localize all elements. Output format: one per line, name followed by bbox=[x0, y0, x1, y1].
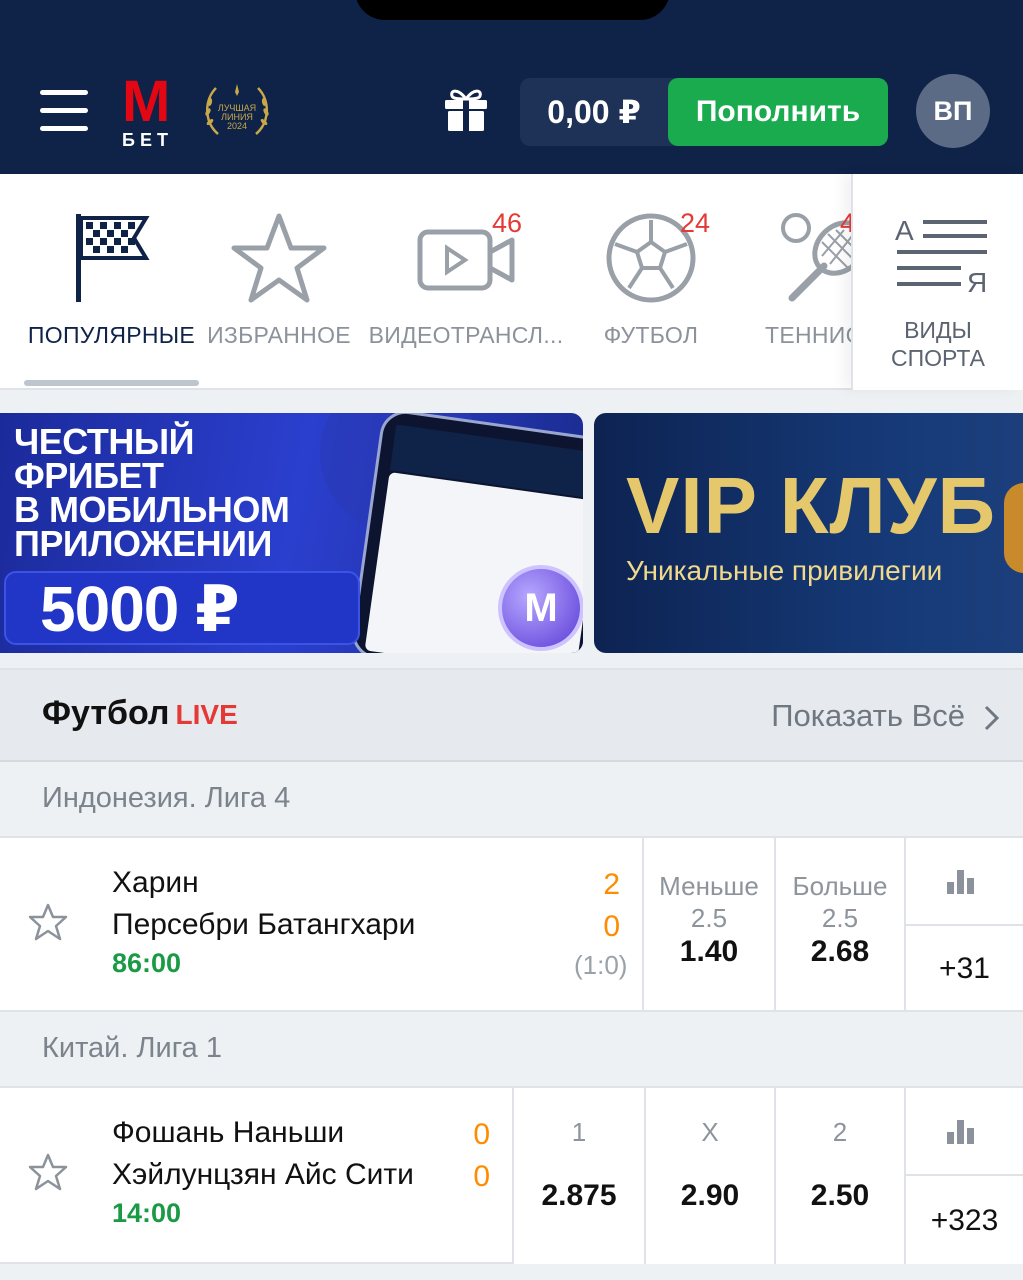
odds-value: 2.68 bbox=[810, 935, 870, 968]
more-markets-button[interactable]: +323 bbox=[906, 1174, 1023, 1264]
gem-icon bbox=[1004, 483, 1023, 573]
match-row[interactable]: Фошань Наньши Хэйлунцзян Айс Сити 14:00 … bbox=[0, 1088, 1023, 1264]
category-football[interactable]: 24 ФУТБОЛ bbox=[580, 174, 722, 390]
odds-title: 1 bbox=[571, 1117, 587, 1147]
award-text: ЛУЧШАЯ ЛИНИЯ 2024 bbox=[217, 103, 257, 131]
promo-title: ЧЕСТНЫЙ ФРИБЕТ В МОБИЛЬНОМ ПРИЛОЖЕНИИ bbox=[14, 421, 290, 564]
logo-letter: M bbox=[122, 69, 170, 134]
promo-banner-freebet[interactable]: ЧЕСТНЫЙ ФРИБЕТ В МОБИЛЬНОМ ПРИЛОЖЕНИИ 50… bbox=[0, 413, 583, 653]
show-all-link[interactable]: Показать Всё bbox=[771, 698, 965, 734]
chevron-right-icon[interactable] bbox=[983, 704, 1001, 732]
odds-title: 2 bbox=[832, 1117, 848, 1147]
vip-subtitle: Уникальные привилегии bbox=[626, 555, 943, 586]
topup-button[interactable]: Пополнить bbox=[668, 78, 888, 146]
category-video[interactable]: 46 ВИДЕОТРАНСЛ... bbox=[364, 174, 568, 390]
section-title: Футбол LIVE bbox=[42, 694, 238, 733]
league-header[interactable]: Индонезия. Лига 4 bbox=[0, 764, 1023, 838]
device-notch bbox=[355, 0, 670, 20]
svg-text:Я: Я bbox=[967, 267, 987, 296]
sports-types-label: ВИДЫ СПОРТА bbox=[853, 316, 1023, 372]
section-header: Футбол LIVE Показать Всё bbox=[0, 668, 1023, 762]
score-away: 0 bbox=[473, 1160, 490, 1193]
match-time: 86:00 bbox=[112, 948, 182, 978]
odds-title: Больше bbox=[792, 871, 888, 901]
odds-value: 1.40 bbox=[679, 935, 739, 968]
league-header[interactable]: Китай. Лига 1 bbox=[0, 1014, 1023, 1088]
category-label: ПОПУЛЯРНЫЕ bbox=[27, 322, 196, 348]
promo-title-line: ЧЕСТНЫЙ bbox=[14, 421, 195, 462]
stats-chart-icon[interactable] bbox=[947, 868, 977, 899]
award-laurel-icon: ЛУЧШАЯ ЛИНИЯ 2024 bbox=[200, 82, 274, 142]
odds-under-button[interactable]: Меньше 2.5 1.40 bbox=[642, 838, 774, 1010]
promo-amount: 5000 ₽ bbox=[40, 573, 240, 645]
vip-club-banner[interactable]: VIP КЛУБ Уникальные привилегии bbox=[594, 413, 1023, 653]
half-time-score: (1:0) bbox=[574, 950, 628, 980]
more-markets-button[interactable]: +31 bbox=[906, 924, 1023, 1010]
odds-value: 2.875 bbox=[541, 1179, 617, 1212]
stats-chart-icon[interactable] bbox=[947, 1118, 977, 1149]
promo-title-line: В МОБИЛЬНОМ bbox=[14, 489, 290, 530]
flag-icon bbox=[74, 212, 150, 309]
team-away: Хэйлунцзян Айс Сити bbox=[112, 1158, 414, 1191]
category-popular[interactable]: ПОПУЛЯРНЫЕ bbox=[24, 174, 199, 390]
score-home: 0 bbox=[473, 1118, 490, 1151]
category-label: ФУТБОЛ bbox=[603, 322, 699, 348]
league-name: Китай. Лига 1 bbox=[42, 1032, 222, 1064]
team-away: Персебри Батангхари bbox=[112, 908, 416, 941]
favorite-star-icon[interactable] bbox=[28, 902, 68, 942]
league-name: Индонезия. Лига 4 bbox=[42, 782, 291, 814]
odds-line: 2.5 bbox=[821, 903, 859, 933]
balance-widget: 0,00 ₽ Пополнить bbox=[520, 78, 888, 146]
live-count-badge: 46 bbox=[492, 208, 523, 238]
sports-types-label-line2: СПОРТА bbox=[891, 345, 985, 371]
match-stats-panel: +323 bbox=[904, 1088, 1023, 1264]
gift-icon[interactable] bbox=[442, 86, 490, 132]
balance-amount[interactable]: 0,00 ₽ bbox=[520, 78, 668, 146]
match-row[interactable]: Харин Персебри Батангхари 86:00 2 0 (1:0… bbox=[0, 838, 1023, 1012]
score-away: 0 bbox=[603, 910, 620, 943]
live-count-badge: 24 bbox=[680, 208, 711, 238]
favorite-star-icon[interactable] bbox=[28, 1152, 68, 1192]
avatar[interactable]: ВП bbox=[916, 74, 990, 148]
match-time: 14:00 bbox=[112, 1198, 182, 1228]
odds-home-win-button[interactable]: 1 2.875 bbox=[512, 1088, 644, 1264]
menu-icon[interactable] bbox=[40, 90, 90, 132]
svg-text:A: A bbox=[895, 215, 914, 246]
live-label: LIVE bbox=[175, 699, 238, 730]
odds-over-button[interactable]: Больше 2.5 2.68 bbox=[774, 838, 904, 1010]
category-label: ИЗБРАННОЕ bbox=[207, 322, 351, 348]
odds-value: 2.50 bbox=[810, 1179, 870, 1212]
team-home: Харин bbox=[112, 866, 199, 899]
odds-draw-button[interactable]: X 2.90 bbox=[644, 1088, 774, 1264]
odds-value: 2.90 bbox=[680, 1179, 740, 1212]
match-stats-panel: +31 bbox=[904, 838, 1023, 1010]
logo-subtext: БЕТ bbox=[122, 130, 173, 150]
sports-types-button[interactable]: A Я ВИДЫ СПОРТА bbox=[851, 174, 1023, 390]
promo-title-line: ФРИБЕТ bbox=[14, 455, 164, 496]
promo-title-line: ПРИЛОЖЕНИИ bbox=[14, 523, 272, 564]
sports-types-label-line1: ВИДЫ bbox=[904, 317, 972, 343]
brand-logo[interactable]: M БЕТ bbox=[122, 69, 182, 151]
star-icon bbox=[231, 212, 327, 309]
m-coin-icon: M bbox=[498, 565, 583, 651]
active-tab-indicator bbox=[24, 380, 199, 386]
section-title-text: Футбол bbox=[42, 694, 170, 732]
odds-line: 2.5 bbox=[690, 903, 728, 933]
vip-title: VIP КЛУБ bbox=[626, 461, 996, 550]
odds-title: Меньше bbox=[659, 871, 759, 901]
odds-title: X bbox=[701, 1117, 719, 1147]
alphabet-list-icon: A Я bbox=[895, 214, 991, 301]
top-bar: M БЕТ ЛУЧШАЯ ЛИНИЯ 2024 0,00 ₽ Пополнить… bbox=[0, 0, 1023, 174]
score-home: 2 bbox=[603, 868, 620, 901]
category-label: ВИДЕОТРАНСЛ... bbox=[368, 322, 564, 348]
category-favorites[interactable]: ИЗБРАННОЕ bbox=[204, 174, 354, 390]
odds-away-win-button[interactable]: 2 2.50 bbox=[774, 1088, 904, 1264]
team-home: Фошань Наньши bbox=[112, 1116, 345, 1149]
